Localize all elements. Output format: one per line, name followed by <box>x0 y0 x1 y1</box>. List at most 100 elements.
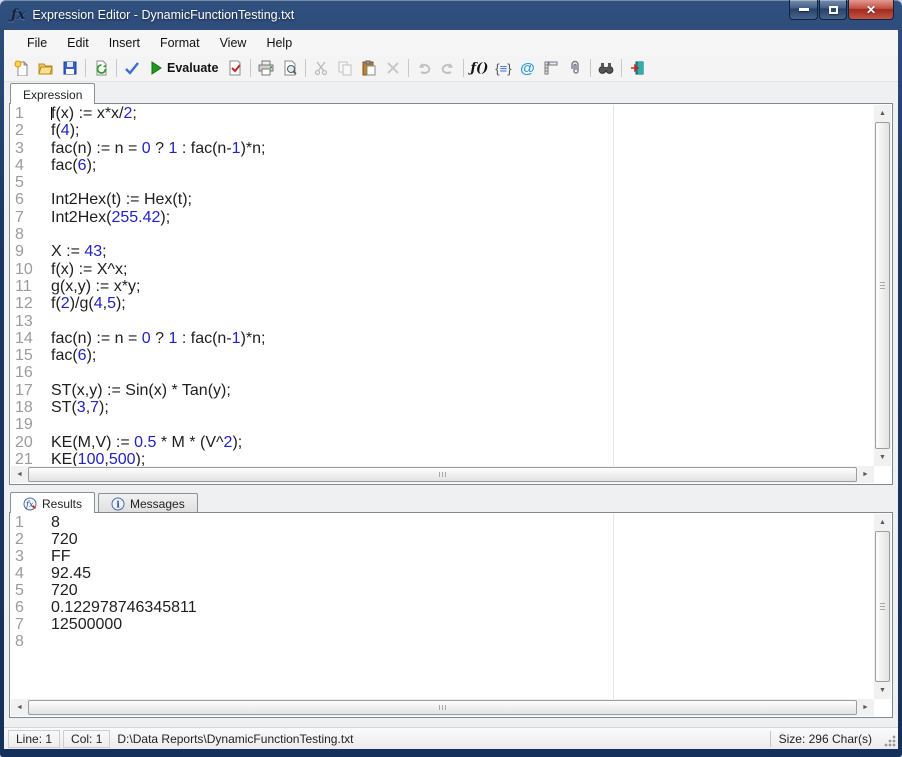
expression-editor: 1f(x) := x*x/2;2f(4);3fac(n) := n = 0 ? … <box>9 103 893 485</box>
evaluate-report-button[interactable] <box>223 57 247 80</box>
print-preview-button[interactable] <box>278 57 302 80</box>
result-text: 720 <box>51 531 78 548</box>
scroll-thumb[interactable] <box>875 122 890 449</box>
result-line[interactable]: 5720 <box>11 582 874 599</box>
scroll-down-arrow[interactable]: ▼ <box>874 682 891 699</box>
line-number: 4 <box>11 157 51 174</box>
menu-format[interactable]: Format <box>150 33 210 53</box>
scroll-down-arrow[interactable]: ▼ <box>874 449 891 466</box>
result-line[interactable]: 2720 <box>11 531 874 548</box>
resize-grip[interactable] <box>883 734 896 747</box>
save-button[interactable] <box>58 57 82 80</box>
attachment-button[interactable] <box>563 57 587 80</box>
minimize-button[interactable] <box>789 0 818 20</box>
results-tabstrip: fx Results i Messages <box>4 491 898 512</box>
function-button[interactable]: ƒ() <box>467 57 491 80</box>
code-text: fac(6); <box>51 157 96 174</box>
scroll-left-arrow[interactable]: ◄ <box>11 699 28 716</box>
editor-line[interactable]: 17ST(x,y) := Sin(x) * Tan(y); <box>11 382 874 399</box>
menu-view[interactable]: View <box>210 33 257 53</box>
ruler-button[interactable] <box>539 57 563 80</box>
ruler-icon <box>543 60 559 76</box>
line-number: 5 <box>11 174 51 191</box>
exit-button[interactable] <box>625 57 649 80</box>
menu-file[interactable]: File <box>17 33 57 53</box>
close-button[interactable]: ✕ <box>848 0 894 20</box>
result-line[interactable]: 60.122978746345811 <box>11 599 874 616</box>
tab-expression[interactable]: Expression <box>10 83 95 104</box>
editor-line[interactable]: 12f(2)/g(4,5); <box>11 295 874 312</box>
editor-line[interactable]: 8 <box>11 226 874 243</box>
results-horizontal-scrollbar[interactable]: ◄ ► <box>11 699 874 716</box>
email-button[interactable]: @ <box>515 57 539 80</box>
results-text-area[interactable]: 1827203FF492.45572060.122978746345811712… <box>11 514 874 699</box>
editor-line[interactable]: 19 <box>11 416 874 433</box>
scroll-up-arrow[interactable]: ▲ <box>874 514 891 531</box>
cut-button[interactable] <box>309 57 333 80</box>
menu-edit[interactable]: Edit <box>57 33 99 53</box>
results-vertical-scrollbar[interactable]: ▲ ▼ <box>874 514 891 699</box>
code-block-button[interactable]: {≡} <box>491 57 515 80</box>
editor-tabstrip: Expression <box>4 82 898 103</box>
scroll-thumb[interactable] <box>28 467 857 482</box>
editor-text-area[interactable]: 1f(x) := x*x/2;2f(4);3fac(n) := n = 0 ? … <box>11 105 874 466</box>
result-line[interactable]: 18 <box>11 514 874 531</box>
evaluate-button[interactable]: Evaluate <box>144 57 223 80</box>
editor-line[interactable]: 11g(x,y) := x*y; <box>11 278 874 295</box>
print-button[interactable] <box>254 57 278 80</box>
editor-line[interactable]: 3fac(n) := n = 0 ? 1 : fac(n-1)*n; <box>11 140 874 157</box>
paste-button[interactable] <box>357 57 381 80</box>
new-button[interactable] <box>10 57 34 80</box>
editor-line[interactable]: 21KE(100,500); <box>11 451 874 466</box>
maximize-button[interactable] <box>819 0 847 20</box>
editor-horizontal-scrollbar[interactable]: ◄ ► <box>11 466 874 483</box>
editor-line[interactable]: 15fac(6); <box>11 347 874 364</box>
editor-line[interactable]: 4fac(6); <box>11 157 874 174</box>
undo-button[interactable] <box>412 57 436 80</box>
tab-messages[interactable]: i Messages <box>98 493 198 513</box>
scroll-thumb[interactable] <box>28 700 857 715</box>
tab-expression-label: Expression <box>23 88 82 102</box>
editor-line[interactable]: 10f(x) := X^x; <box>11 261 874 278</box>
menu-insert[interactable]: Insert <box>99 33 150 53</box>
editor-line[interactable]: 9X := 43; <box>11 243 874 260</box>
scroll-left-arrow[interactable]: ◄ <box>11 466 28 483</box>
status-size: Size: 296 Char(s) <box>779 732 872 746</box>
redo-button[interactable] <box>436 57 460 80</box>
app-window: ƒx Expression Editor - DynamicFunctionTe… <box>0 0 902 757</box>
editor-line[interactable]: 2f(4); <box>11 122 874 139</box>
validate-button[interactable] <box>120 57 144 80</box>
delete-button[interactable] <box>381 57 405 80</box>
line-number: 5 <box>11 582 51 599</box>
scroll-right-arrow[interactable]: ► <box>857 466 874 483</box>
editor-line[interactable]: 6Int2Hex(t) := Hex(t); <box>11 191 874 208</box>
scroll-thumb[interactable] <box>875 531 890 682</box>
code-text: Int2Hex(255.42); <box>51 209 170 226</box>
result-line[interactable]: 492.45 <box>11 565 874 582</box>
scroll-right-arrow[interactable]: ► <box>857 699 874 716</box>
result-line[interactable]: 3FF <box>11 548 874 565</box>
editor-line[interactable]: 20KE(M,V) := 0.5 * M * (V^2); <box>11 434 874 451</box>
titlebar[interactable]: ƒx Expression Editor - DynamicFunctionTe… <box>0 0 902 30</box>
toolbar-separator <box>85 59 86 77</box>
find-button[interactable] <box>594 57 618 80</box>
editor-line[interactable]: 1f(x) := x*x/2; <box>11 105 874 122</box>
editor-line[interactable]: 5 <box>11 174 874 191</box>
result-line[interactable]: 712500000 <box>11 616 874 633</box>
refresh-button[interactable] <box>89 57 113 80</box>
line-number: 20 <box>11 434 51 451</box>
editor-line[interactable]: 7Int2Hex(255.42); <box>11 209 874 226</box>
editor-line[interactable]: 16 <box>11 364 874 381</box>
editor-line[interactable]: 18ST(3,7); <box>11 399 874 416</box>
open-button[interactable] <box>34 57 58 80</box>
editor-vertical-scrollbar[interactable]: ▲ ▼ <box>874 105 891 466</box>
result-line[interactable]: 8 <box>11 633 874 650</box>
tab-results[interactable]: fx Results <box>10 492 95 513</box>
editor-line[interactable]: 14fac(n) := n = 0 ? 1 : fac(n-1)*n; <box>11 330 874 347</box>
scroll-up-arrow[interactable]: ▲ <box>874 105 891 122</box>
copy-button[interactable] <box>333 57 357 80</box>
cut-icon <box>313 60 329 76</box>
line-number: 2 <box>11 122 51 139</box>
menu-help[interactable]: Help <box>256 33 302 53</box>
editor-line[interactable]: 13 <box>11 313 874 330</box>
